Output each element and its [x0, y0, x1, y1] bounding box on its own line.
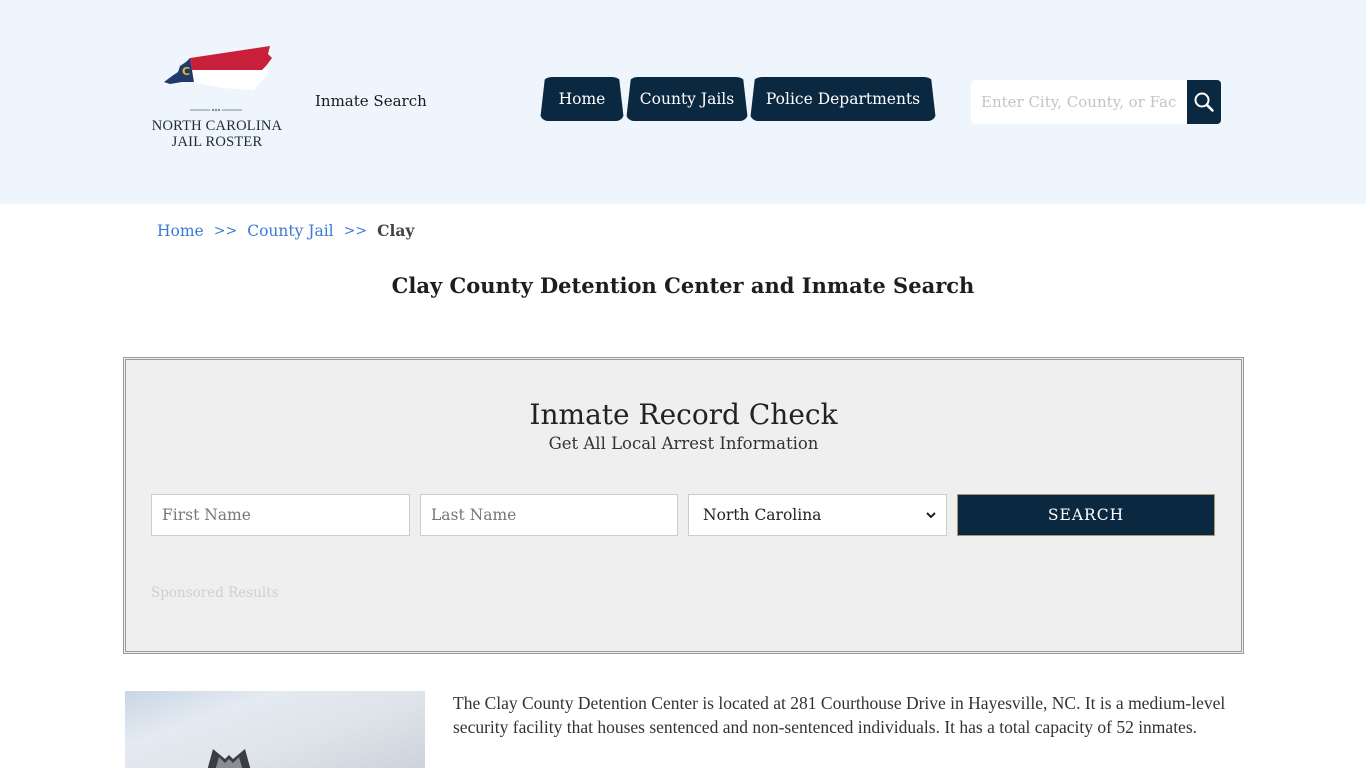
record-search-button[interactable]: SEARCH: [957, 494, 1215, 536]
nav-tab-label: Police Departments: [765, 90, 921, 108]
nav-tab-home[interactable]: Home: [540, 77, 624, 121]
logo-divider: [190, 108, 242, 112]
logo-line-2: JAIL ROSTER: [171, 134, 263, 150]
breadcrumb-current: Clay: [377, 221, 415, 240]
facility-photo: [125, 691, 425, 768]
logo-text: NORTH CAROLINA JAIL ROSTER: [146, 118, 288, 150]
facility-description: The Clay County Detention Center is loca…: [453, 693, 1226, 737]
inmate-record-check-panel: Inmate Record Check Get All Local Arrest…: [123, 357, 1244, 654]
sponsored-results-label: Sponsored Results: [151, 585, 279, 601]
first-name-input[interactable]: [151, 494, 410, 536]
chevron-down-icon: [926, 511, 936, 518]
flag-letter: C: [182, 65, 190, 78]
state-select[interactable]: North Carolina: [688, 494, 947, 536]
nav-tab-county-jails[interactable]: County Jails: [626, 77, 748, 121]
main-nav: Home County Jails Police Departments: [540, 77, 938, 121]
site-search-button[interactable]: [1187, 80, 1221, 124]
nav-tab-label: Home: [558, 90, 606, 108]
search-icon: [1194, 92, 1214, 112]
breadcrumb-county-jail[interactable]: County Jail: [247, 222, 333, 240]
breadcrumb: Home >> County Jail >> Clay: [157, 221, 414, 240]
site-search: [971, 80, 1221, 124]
building-tower-image: [207, 749, 251, 768]
nav-tab-police-departments[interactable]: Police Departments: [750, 77, 936, 121]
north-carolina-map-icon: C: [164, 46, 272, 90]
logo-line-1: NORTH CAROLINA: [151, 118, 283, 134]
state-select-value: North Carolina: [703, 506, 822, 524]
record-check-title: Inmate Record Check: [529, 398, 838, 431]
last-name-input[interactable]: [420, 494, 678, 536]
breadcrumb-separator: >>: [213, 222, 238, 239]
record-check-subtitle: Get All Local Arrest Information: [548, 434, 819, 453]
site-header: C NORTH CAROLINA JAIL ROSTER Inmate Sear…: [0, 0, 1366, 204]
page-title: Clay County Detention Center and Inmate …: [391, 273, 975, 298]
breadcrumb-separator: >>: [343, 222, 368, 239]
inmate-search-link[interactable]: Inmate Search: [315, 92, 427, 110]
nav-tab-label: County Jails: [639, 90, 735, 108]
breadcrumb-home[interactable]: Home: [157, 222, 204, 240]
site-logo[interactable]: C NORTH CAROLINA JAIL ROSTER: [146, 44, 288, 154]
site-search-input[interactable]: [971, 80, 1187, 124]
